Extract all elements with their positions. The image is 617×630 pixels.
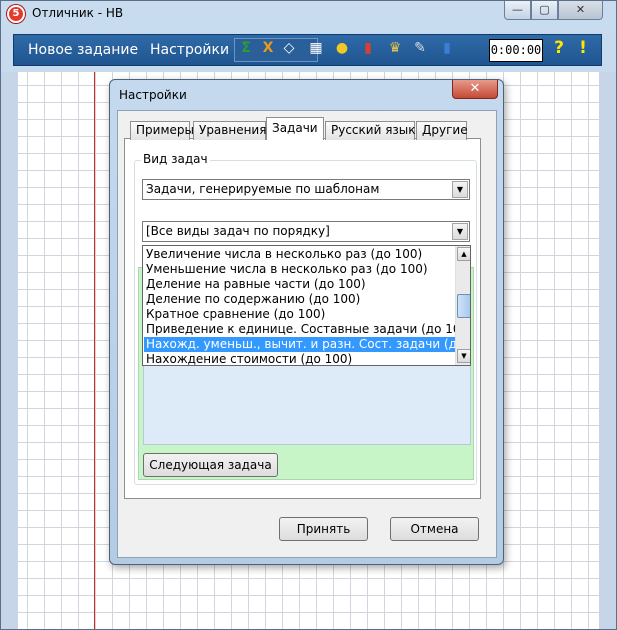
window-title: Отличник - НВ — [32, 6, 124, 20]
chevron-down-icon[interactable]: ▼ — [452, 181, 468, 198]
table-icon[interactable]: ▦ — [307, 39, 325, 57]
list-item[interactable]: Нахождение стоимости (до 100) — [144, 352, 455, 365]
sum-icon[interactable]: Σ — [237, 39, 255, 57]
tab-russian[interactable]: Русский язык — [325, 121, 416, 140]
bar-chart-icon[interactable]: ▮ — [359, 39, 377, 57]
margin-line — [94, 72, 95, 629]
maximize-button[interactable]: ▢ — [531, 1, 558, 20]
next-task-button[interactable]: Следующая задача — [143, 453, 278, 477]
cancel-button[interactable]: Отмена — [390, 517, 479, 541]
task-kind-select[interactable]: [Все виды задач по порядку] ▼ — [142, 221, 470, 242]
x-icon[interactable]: X — [259, 39, 277, 57]
right-border — [599, 72, 616, 629]
tab-examples[interactable]: Примеры — [130, 121, 194, 140]
chart-icon[interactable]: ▮ — [438, 39, 456, 57]
list-scrollbar[interactable]: ▲ ▼ — [455, 246, 470, 365]
tab-tasks[interactable]: Задачи — [266, 117, 324, 140]
menu-new-task[interactable]: Новое задание — [28, 42, 138, 58]
menu-settings[interactable]: Настройки — [150, 42, 229, 58]
chevron-down-icon[interactable]: ▼ — [452, 223, 468, 240]
title-bar: 5 Отличник - НВ — ▢ ✕ — [0, 0, 615, 28]
tab-other[interactable]: Другие — [416, 121, 468, 140]
list-item[interactable]: Приведение к единице. Составные задачи (… — [144, 322, 455, 337]
task-kind-dropdown: Увеличение числа в несколько раз (до 100… — [142, 245, 471, 366]
trophy-icon[interactable]: ♛ — [386, 39, 404, 57]
list-item-selected[interactable]: Нахожд. уменьш., вычит. и разн. Сост. за… — [144, 337, 455, 352]
list-item[interactable]: Уменьшение числа в несколько раз (до 100… — [144, 262, 455, 277]
left-border — [1, 72, 18, 629]
toolbar: Новое задание Настройки Σ X ◇ ▦ ● ▮ ♛ ✎ … — [13, 34, 602, 66]
task-source-select[interactable]: Задачи, генерируемые по шаблонам ▼ — [142, 179, 470, 200]
tab-equations[interactable]: Уравнения — [193, 121, 266, 140]
scrollbar-thumb[interactable] — [457, 294, 470, 318]
list-item[interactable]: Кратное сравнение (до 100) — [144, 307, 455, 322]
ok-button[interactable]: Принять — [279, 517, 368, 541]
close-button[interactable]: ✕ — [558, 1, 603, 20]
task-kind-value: [Все виды задач по порядку] — [146, 224, 330, 238]
app-icon: 5 — [7, 5, 25, 23]
timer-display: 0:00:00 — [489, 39, 543, 62]
scroll-down-icon[interactable]: ▼ — [457, 349, 470, 363]
eraser-icon[interactable]: ◇ — [280, 39, 298, 57]
group-label: Вид задач — [141, 152, 210, 166]
task-source-value: Задачи, генерируемые по шаблонам — [146, 182, 380, 196]
help-icon[interactable]: ? — [550, 39, 568, 57]
task-text-box[interactable] — [143, 360, 471, 445]
bulb-icon[interactable]: ● — [333, 39, 351, 57]
alert-icon[interactable]: ! — [574, 39, 592, 57]
list-item[interactable]: Деление по содержанию (до 100) — [144, 292, 455, 307]
list-item[interactable]: Увеличение числа в несколько раз (до 100… — [144, 247, 455, 262]
list-item[interactable]: Деление на равные части (до 100) — [144, 277, 455, 292]
tools-icon[interactable]: ✎ — [411, 39, 429, 57]
dialog-title: Настройки — [119, 88, 187, 102]
minimize-button[interactable]: — — [504, 1, 531, 20]
dialog-close-button[interactable]: ✕ — [452, 80, 498, 99]
scroll-up-icon[interactable]: ▲ — [457, 247, 470, 261]
